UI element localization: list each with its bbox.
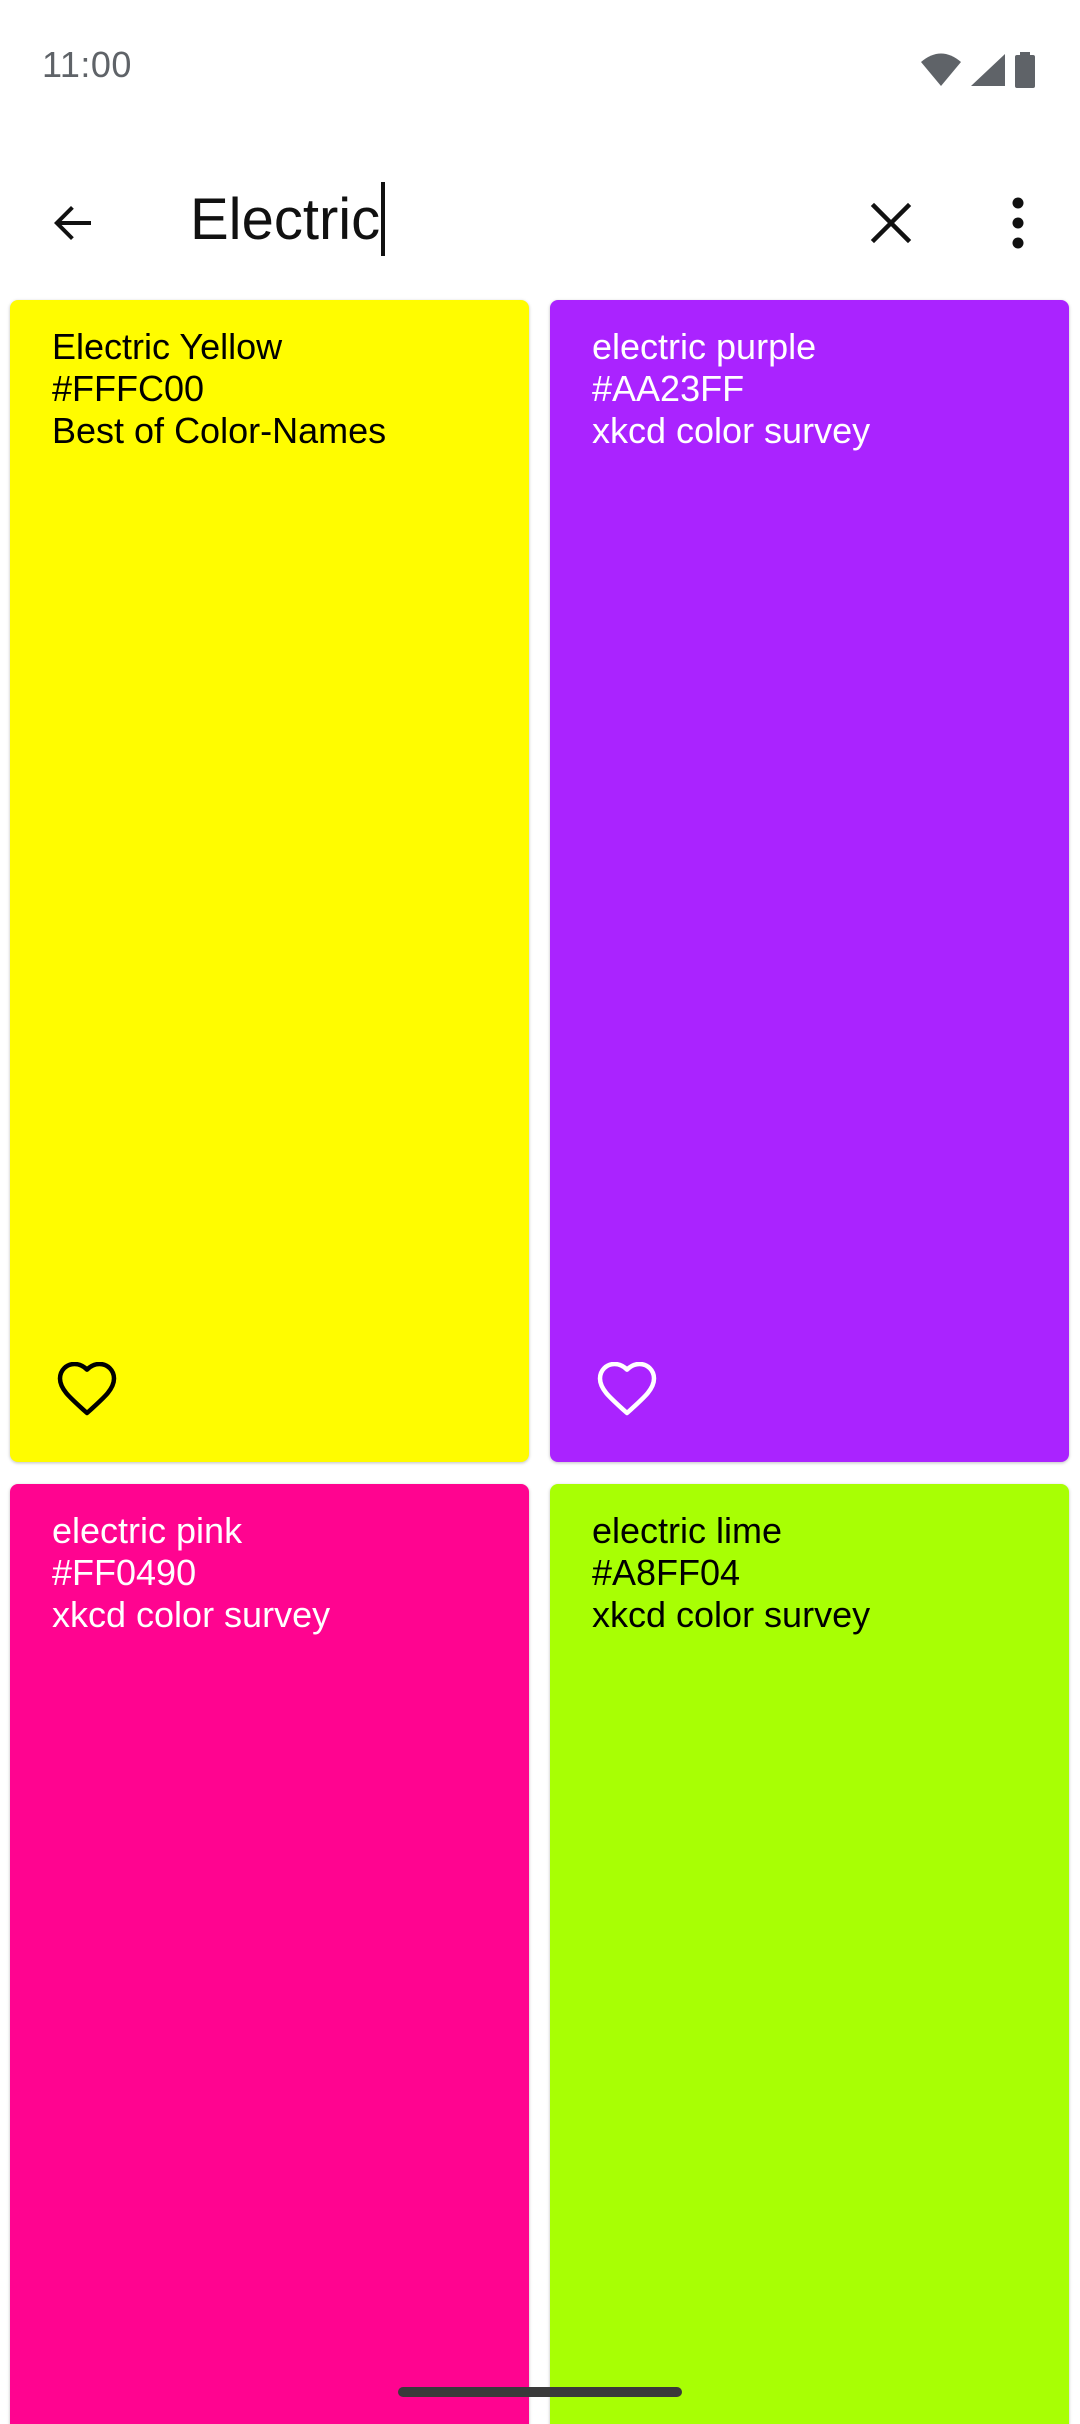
color-name: electric purple — [592, 326, 817, 367]
back-button[interactable] — [30, 180, 116, 266]
overflow-menu-button[interactable] — [975, 180, 1061, 266]
color-hex: #FF0490 — [52, 1552, 197, 1593]
status-time: 11:00 — [42, 44, 132, 85]
color-card[interactable]: electric purple #AA23FF xkcd color surve… — [550, 300, 1069, 1462]
color-card-info: electric lime #A8FF04 xkcd color survey — [592, 1510, 870, 1636]
heart-outline-icon — [597, 1362, 657, 1416]
color-source: xkcd color survey — [592, 1594, 871, 1635]
color-source: xkcd color survey — [52, 1594, 331, 1635]
color-name: electric pink — [52, 1510, 243, 1551]
color-source: xkcd color survey — [592, 410, 871, 451]
color-card[interactable]: electric pink #FF0490 xkcd color survey — [10, 1484, 529, 2424]
favorite-button[interactable] — [52, 1355, 122, 1425]
more-vert-icon — [1012, 197, 1024, 249]
cell-signal-icon — [971, 54, 1005, 86]
close-icon — [870, 202, 912, 244]
search-input-value: Electric — [190, 186, 381, 252]
favorite-button[interactable] — [592, 1355, 662, 1425]
text-caret — [381, 182, 386, 256]
color-card[interactable]: Electric Yellow #FFFC00 Best of Color-Na… — [10, 300, 529, 1462]
search-app-bar: Electric — [0, 150, 1080, 280]
color-name: electric lime — [592, 1510, 783, 1551]
gesture-navigation-bar[interactable] — [398, 2387, 682, 2397]
color-hex: #A8FF04 — [592, 1552, 741, 1593]
color-name: Electric Yellow — [52, 326, 283, 367]
battery-icon — [1015, 52, 1035, 88]
clear-search-button[interactable] — [848, 180, 934, 266]
color-card-info: electric pink #FF0490 xkcd color survey — [52, 1510, 330, 1636]
color-card-info: electric purple #AA23FF xkcd color surve… — [592, 326, 870, 452]
wifi-icon — [921, 53, 961, 86]
color-search-screen: 11:00 Electric Electric Yellow #FFFC00 B… — [0, 0, 1080, 2424]
status-bar: 11:00 — [0, 0, 1080, 140]
search-input[interactable]: Electric — [190, 174, 830, 264]
arrow-left-icon — [54, 206, 91, 240]
heart-outline-icon — [57, 1362, 117, 1416]
color-card[interactable]: electric lime #A8FF04 xkcd color survey — [550, 1484, 1069, 2424]
color-hex: #FFFC00 — [52, 368, 205, 409]
status-icons — [920, 52, 1036, 88]
color-source: Best of Color-Names — [52, 410, 387, 451]
color-hex: #AA23FF — [592, 368, 745, 409]
color-card-info: Electric Yellow #FFFC00 Best of Color-Na… — [52, 326, 386, 452]
